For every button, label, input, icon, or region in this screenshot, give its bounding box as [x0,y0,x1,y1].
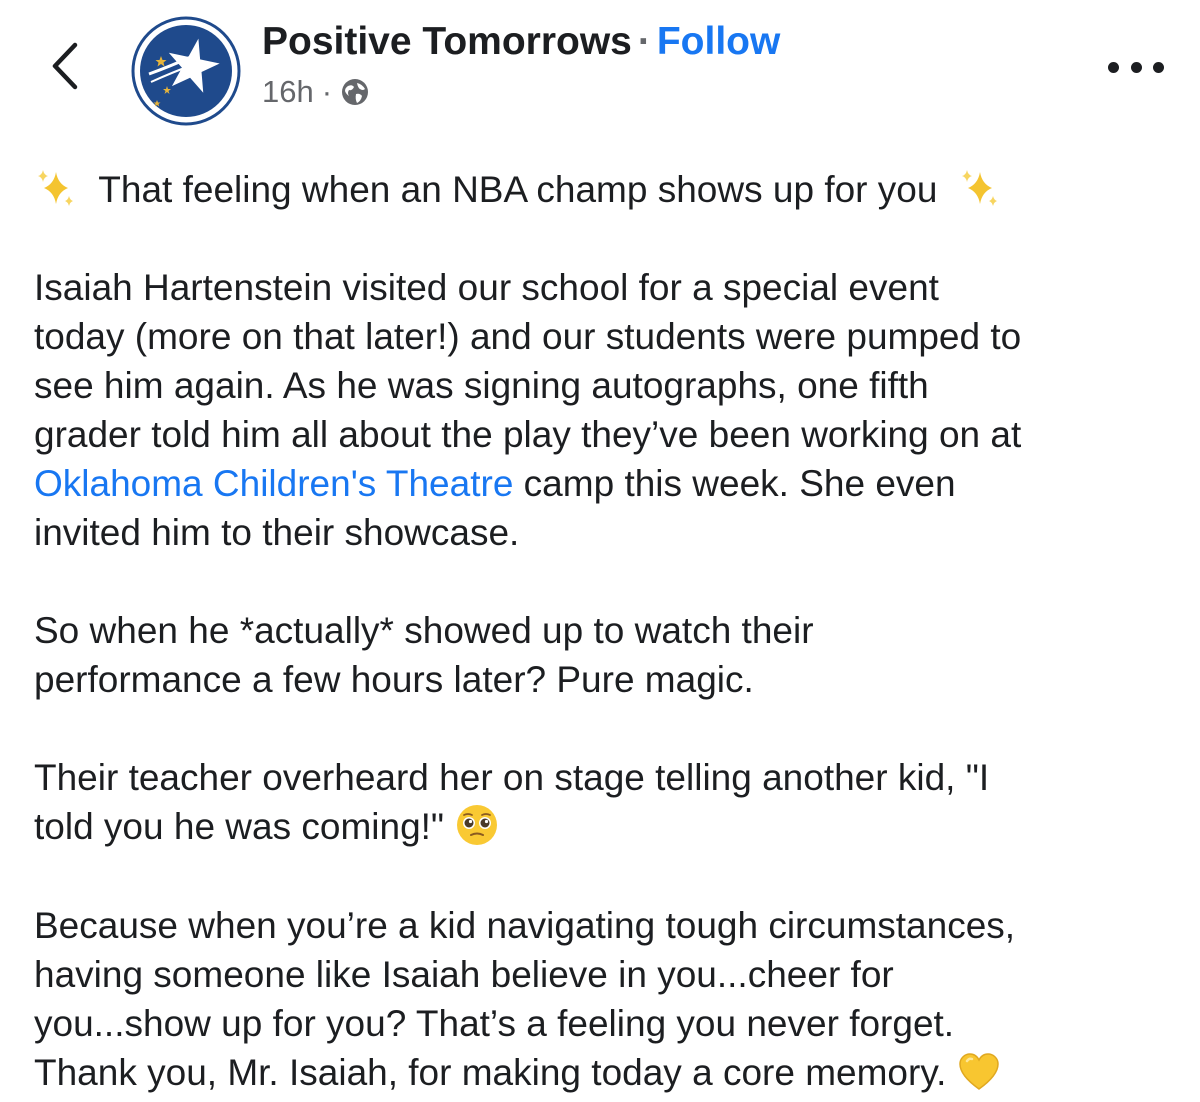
headline-text: That feeling when an NBA champ shows up … [98,169,938,210]
post-line-with-emoji: told you he was coming!" [34,802,1184,852]
post-header: Positive Tomorrows · Follow 16h · [0,0,1200,140]
post-line-with-emoji: Thank you, Mr. Isaiah, for making today … [34,1048,1184,1097]
page-avatar[interactable] [131,16,241,126]
post-text: That feeling when an NBA champ shows up … [34,165,1184,1097]
post-line: invited him to their showcase. [34,512,520,554]
post-line-with-link: Oklahoma Children's Theatre camp this we… [34,459,1184,508]
chevron-left-icon [52,42,78,90]
post-line: Isaiah Hartenstein visited our school fo… [34,267,939,309]
post-line: grader told him all about the play they’… [34,414,1022,456]
post-line: today (more on that later!) and our stud… [34,316,1022,358]
post-line: performance a few hours later? Pure magi… [34,659,754,701]
pleading-face-icon [457,805,498,846]
sparkles-icon [961,170,997,207]
post-line: see him again. As he was signing autogra… [34,365,929,407]
more-dot-icon [1108,61,1119,73]
post-line: having someone like Isaiah believe in yo… [34,954,894,996]
post-timestamp[interactable]: 16h [262,72,314,112]
name-separator: · [637,20,651,63]
back-button[interactable] [40,36,90,96]
post-line: Because when you’re a kid navigating tou… [34,905,1016,947]
page-name[interactable]: Positive Tomorrows [262,20,632,63]
theatre-page-link[interactable]: Oklahoma Children's Theatre [34,463,513,504]
post-line: Their teacher overheard her on stage tel… [34,757,990,799]
post-headline: That feeling when an NBA champ shows up … [34,165,1184,214]
author-line: Positive Tomorrows · Follow [262,18,780,66]
more-dot-icon [1130,61,1142,73]
post-line: So when he *actually* showed up to watch… [34,610,814,652]
more-dot-icon [1153,61,1164,73]
post-line-text: Thank you, Mr. Isaiah, for making today … [34,1052,957,1094]
globe-icon [342,79,369,105]
post-line-rest: camp this week. She even [513,463,956,505]
yellow-heart-icon [958,1052,999,1090]
post-line: you...show up for you? That’s a feeling … [34,1003,955,1045]
meta-separator: · [321,74,333,109]
post-line-text: told you he was coming!" [34,806,455,848]
post-meta: 16h · [262,72,370,112]
follow-button[interactable]: Follow [657,20,780,63]
more-options-button[interactable] [1108,50,1164,84]
sparkles-icon [38,170,73,207]
